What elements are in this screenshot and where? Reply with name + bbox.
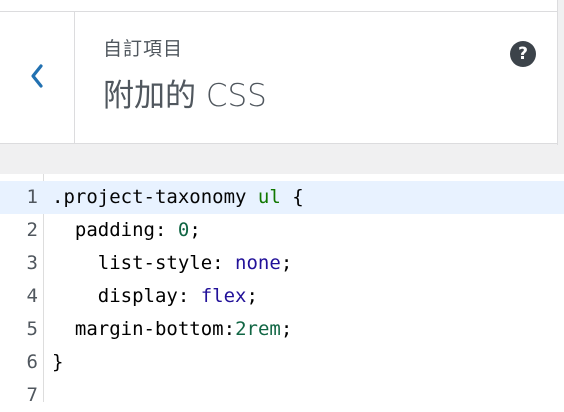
line-number: 2 bbox=[26, 219, 38, 241]
code-token: display bbox=[97, 285, 178, 307]
code-token: : bbox=[212, 252, 236, 274]
code-line[interactable]: 6} bbox=[0, 346, 564, 379]
line-code: padding: 0; bbox=[52, 214, 201, 247]
line-code: margin-bottom:2rem; bbox=[52, 313, 292, 346]
chevron-left-icon bbox=[29, 63, 45, 93]
code-line[interactable]: 3 list-style: none; bbox=[0, 247, 564, 280]
line-number: 3 bbox=[26, 252, 38, 274]
code-token: 2rem bbox=[235, 318, 281, 340]
code-token: ; bbox=[280, 252, 293, 274]
line-code: .project-taxonomy ul { bbox=[52, 181, 304, 214]
code-token: : bbox=[177, 285, 201, 307]
title-block: 自訂項目 附加的 CSS bbox=[103, 40, 267, 112]
help-icon: ? bbox=[518, 44, 528, 64]
back-button[interactable] bbox=[0, 12, 75, 143]
code-token: : bbox=[223, 318, 236, 340]
code-token: } bbox=[52, 351, 64, 373]
code-token: { bbox=[280, 186, 304, 208]
code-token: margin-bottom bbox=[74, 318, 224, 340]
line-code: display: flex; bbox=[52, 280, 258, 313]
code-line[interactable]: 5 margin-bottom:2rem; bbox=[0, 313, 564, 346]
code-line[interactable]: 1 .project-taxonomy ul { bbox=[0, 181, 564, 214]
code-token: ; bbox=[280, 318, 293, 340]
panel-divider bbox=[557, 0, 558, 145]
line-number: 6 bbox=[26, 351, 38, 373]
code-line[interactable]: 7 bbox=[0, 379, 564, 412]
code-line[interactable]: 2 padding: 0; bbox=[0, 214, 564, 247]
code-token: .project-taxonomy bbox=[52, 186, 247, 208]
code-token: ul bbox=[257, 186, 281, 208]
line-number: 5 bbox=[26, 318, 38, 340]
code-token: flex bbox=[200, 285, 247, 307]
help-button[interactable]: ? bbox=[510, 41, 536, 67]
top-strip bbox=[0, 0, 557, 11]
code-token: none bbox=[235, 252, 281, 274]
code-token: padding bbox=[74, 219, 155, 241]
code-token: ; bbox=[189, 219, 201, 241]
section-title: 附加的 CSS bbox=[103, 78, 267, 114]
code-token: list-style bbox=[97, 252, 213, 274]
line-number: 7 bbox=[26, 384, 38, 406]
section-header: 自訂項目 附加的 CSS ? bbox=[0, 11, 557, 144]
line-code: } bbox=[52, 346, 63, 379]
line-number: 4 bbox=[26, 285, 38, 307]
line-code: list-style: none; bbox=[52, 247, 293, 280]
code-token: ; bbox=[246, 285, 258, 307]
line-number: 1 bbox=[26, 186, 38, 208]
breadcrumb: 自訂項目 bbox=[103, 38, 184, 60]
code-line[interactable]: 4 display: flex; bbox=[0, 280, 564, 313]
customizer-panel: 自訂項目 附加的 CSS ? 1 .project-taxonomy ul {2 … bbox=[0, 0, 564, 406]
code-token: 0 bbox=[177, 219, 190, 241]
css-code-editor[interactable]: 1 .project-taxonomy ul {2 padding: 0; 3 li… bbox=[0, 174, 564, 406]
code-token: : bbox=[154, 219, 178, 241]
